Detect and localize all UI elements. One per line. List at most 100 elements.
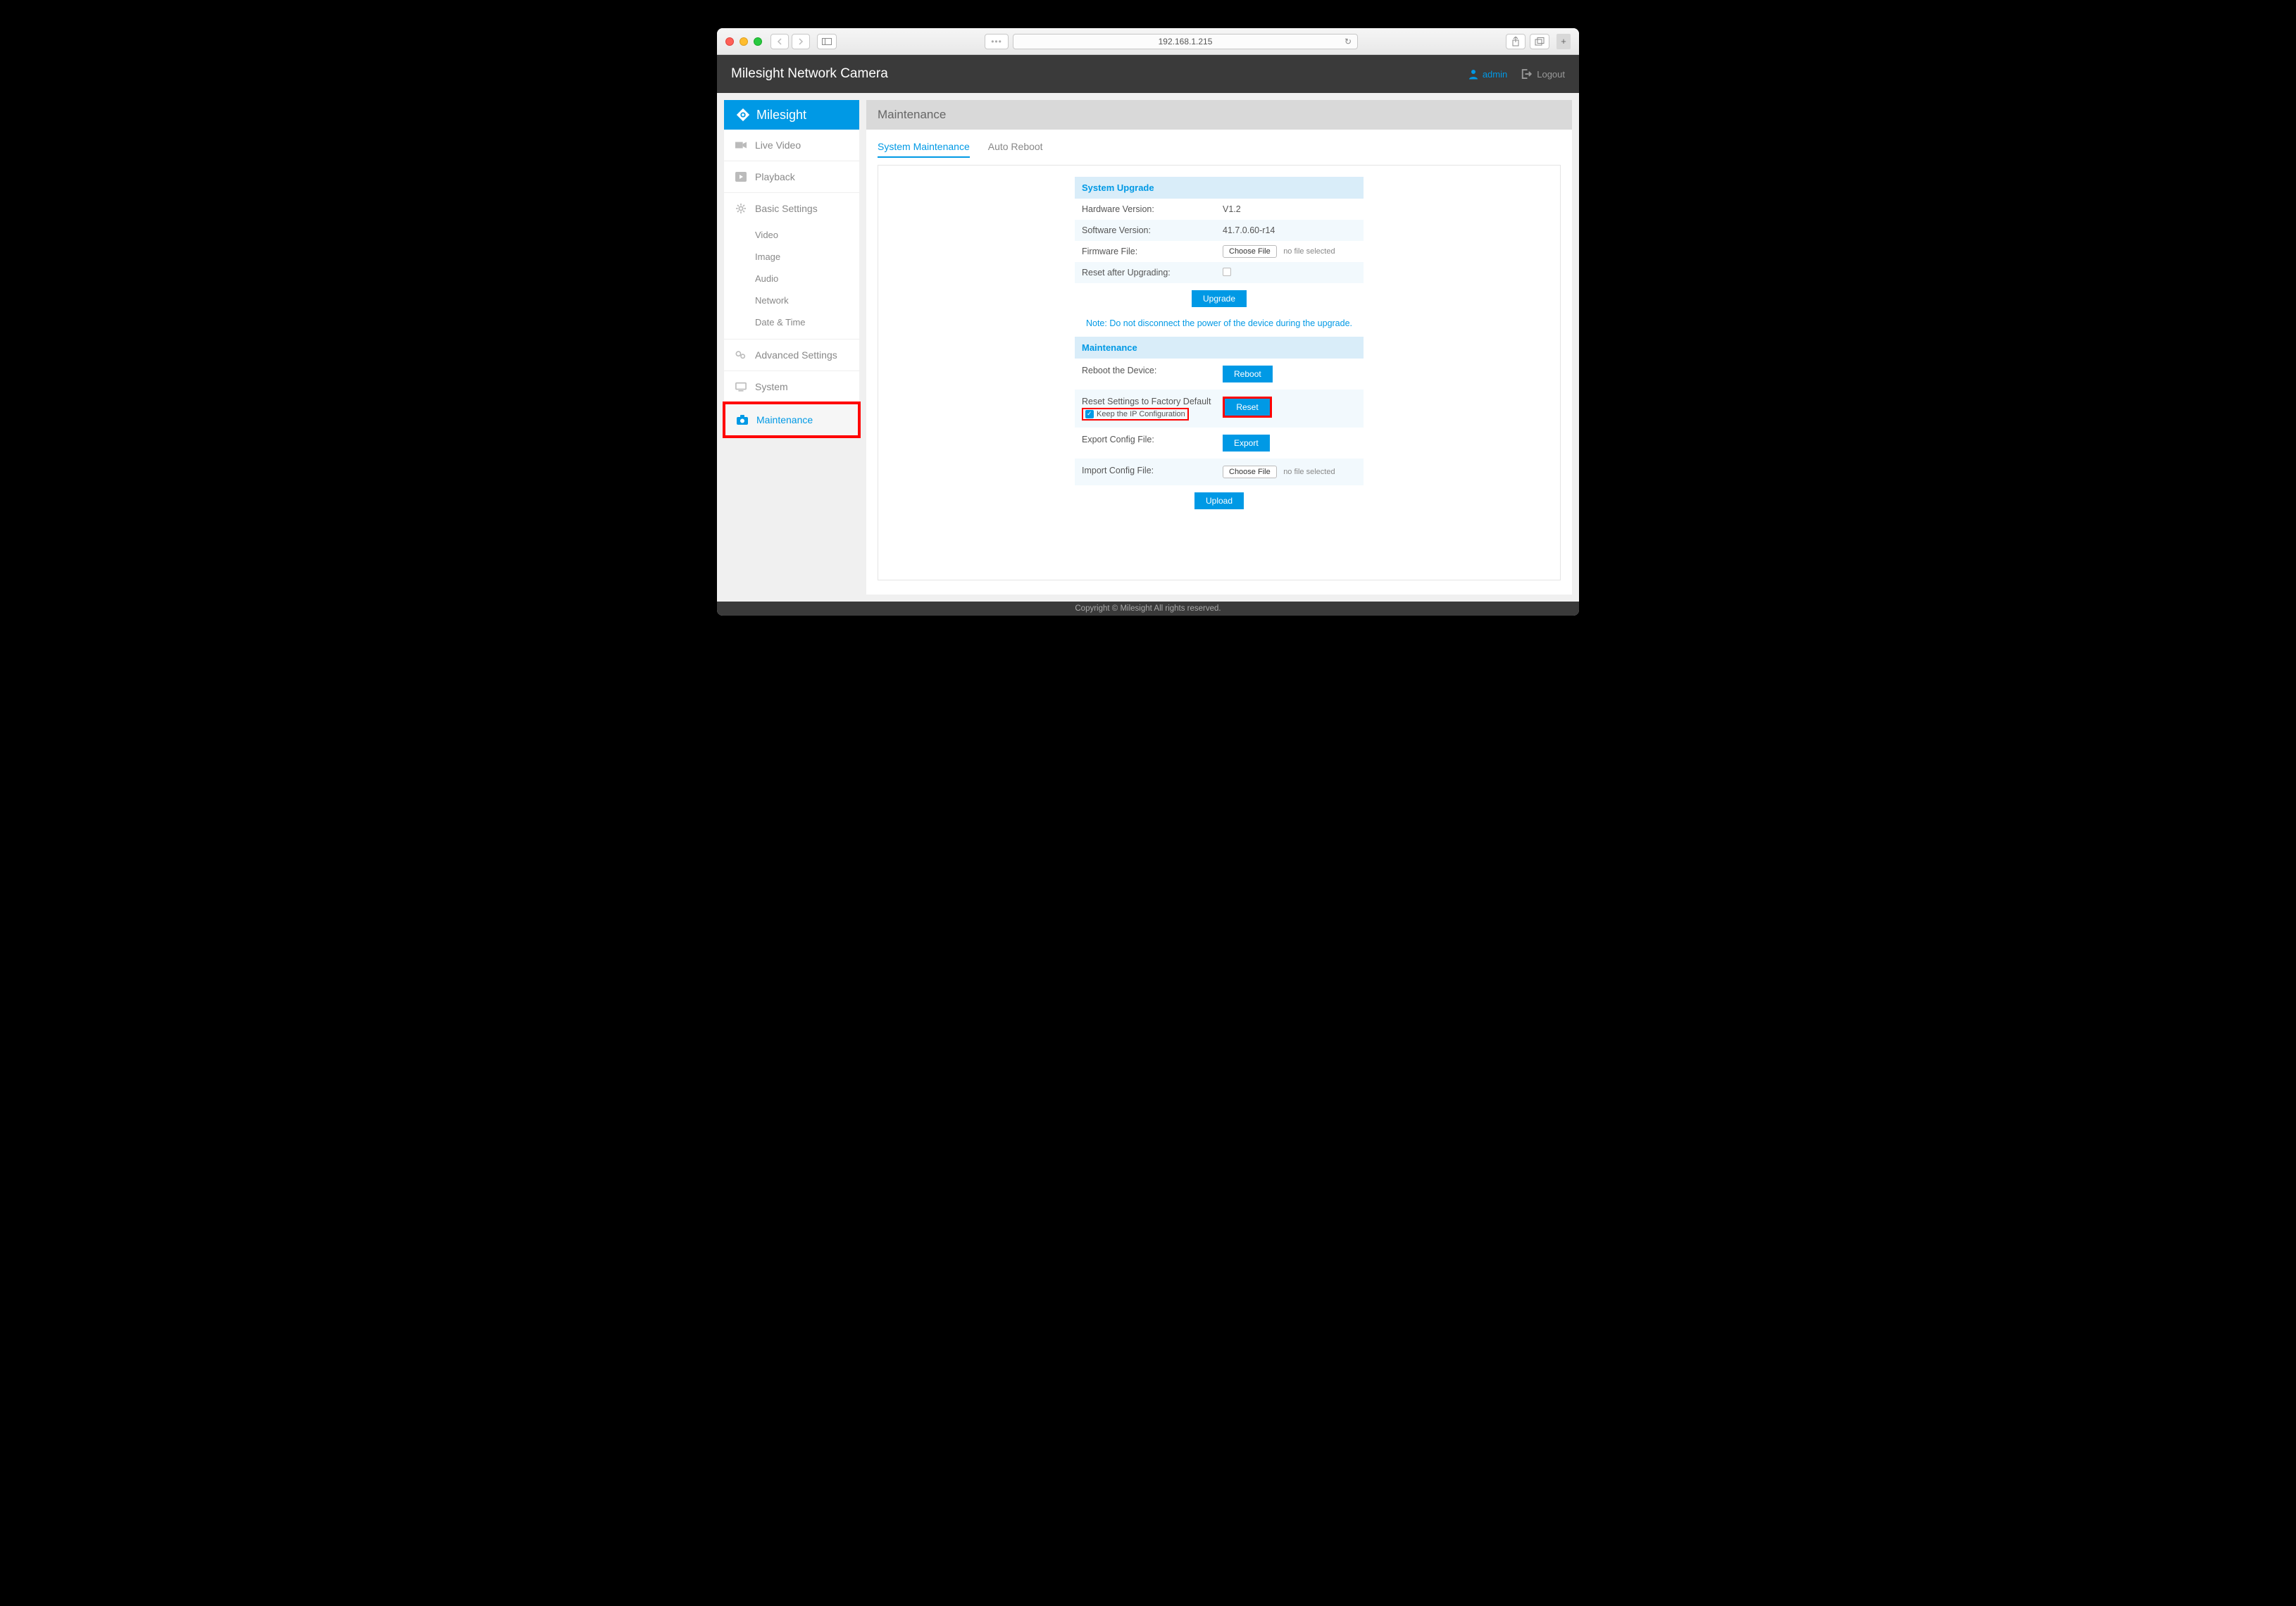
reset-label: Reset Settings to Factory Default — [1082, 397, 1223, 406]
browser-chrome: ••• 192.168.1.215 ↻ + — [717, 28, 1579, 55]
sidebar-label: Advanced Settings — [755, 349, 837, 361]
firmware-no-file-text: no file selected — [1283, 247, 1335, 256]
brand: Milesight — [724, 100, 859, 130]
sidebar-sub-network[interactable]: Network — [724, 290, 859, 311]
sidebar-sub-image[interactable]: Image — [724, 246, 859, 268]
address-bar[interactable]: 192.168.1.215 ↻ — [1013, 34, 1358, 49]
firmware-file-label: Firmware File: — [1082, 247, 1223, 256]
traffic-lights — [725, 37, 762, 46]
reset-after-upgrading-checkbox[interactable] — [1223, 268, 1231, 276]
reset-button-highlight: Reset — [1223, 397, 1272, 418]
sidebar-label: Playback — [755, 171, 795, 182]
video-icon — [735, 140, 747, 150]
upload-button-row: Upload — [1075, 485, 1364, 516]
system-upgrade-header: System Upgrade — [1075, 177, 1364, 199]
keep-ip-highlight: Keep the IP Configuration — [1082, 408, 1189, 421]
firmware-file-row: Firmware File: Choose File no file selec… — [1075, 241, 1364, 262]
sidebar: Milesight Live Video Playback Basic Sett… — [724, 100, 859, 437]
keep-ip-checkbox[interactable] — [1085, 410, 1094, 418]
import-choose-file-button[interactable]: Choose File — [1223, 466, 1277, 478]
reset-after-upgrading-label: Reset after Upgrading: — [1082, 268, 1223, 278]
sidebar-item-advanced-settings[interactable]: Advanced Settings — [724, 340, 859, 371]
tab-system-maintenance[interactable]: System Maintenance — [878, 138, 970, 158]
main: Maintenance System Maintenance Auto Rebo… — [866, 100, 1572, 595]
sidebar-item-maintenance[interactable]: Maintenance — [725, 404, 858, 435]
app-title: Milesight Network Camera — [731, 66, 888, 82]
main-content: System Maintenance Auto Reboot System Up… — [866, 130, 1572, 595]
brand-name: Milesight — [756, 108, 806, 123]
user-name: admin — [1483, 69, 1507, 80]
hardware-version-row: Hardware Version: V1.2 — [1075, 199, 1364, 220]
sidebar-sub-datetime[interactable]: Date & Time — [724, 311, 859, 333]
maintenance-highlight: Maintenance — [723, 402, 861, 438]
reset-button[interactable]: Reset — [1225, 399, 1270, 416]
basic-settings-subitems: Video Image Audio Network Date & Time — [724, 224, 859, 340]
tabs-button[interactable] — [1530, 34, 1549, 49]
reset-after-upgrading-row: Reset after Upgrading: — [1075, 262, 1364, 283]
extensions-button[interactable]: ••• — [985, 34, 1009, 49]
upgrade-button-row: Upgrade — [1075, 283, 1364, 314]
url-text: 192.168.1.215 — [1159, 37, 1213, 46]
advanced-icon — [735, 350, 747, 360]
monitor-icon — [735, 382, 747, 392]
firmware-choose-file-button[interactable]: Choose File — [1223, 245, 1277, 258]
sidebar-toggle-button[interactable] — [817, 34, 837, 49]
export-button[interactable]: Export — [1223, 435, 1270, 452]
browser-window: ••• 192.168.1.215 ↻ + Milesight Network … — [717, 28, 1579, 616]
gear-icon — [735, 204, 747, 213]
reboot-button[interactable]: Reboot — [1223, 366, 1273, 382]
sidebar-label: System — [755, 381, 788, 392]
reload-button[interactable]: ↻ — [1344, 37, 1352, 46]
software-version-row: Software Version: 41.7.0.60-r14 — [1075, 220, 1364, 241]
sidebar-item-live-video[interactable]: Live Video — [724, 130, 859, 161]
app-body: Milesight Live Video Playback Basic Sett… — [717, 93, 1579, 602]
tabs-icon — [1535, 37, 1545, 46]
user-link[interactable]: admin — [1467, 68, 1507, 80]
sidebar-icon — [822, 38, 832, 45]
reset-row: Reset Settings to Factory Default Keep t… — [1075, 390, 1364, 428]
export-row: Export Config File: Export — [1075, 428, 1364, 459]
chevron-right-icon — [798, 38, 804, 45]
reboot-label: Reboot the Device: — [1082, 366, 1223, 375]
page-title-bar: Maintenance — [866, 100, 1572, 130]
sidebar-sub-audio[interactable]: Audio — [724, 268, 859, 290]
sidebar-item-playback[interactable]: Playback — [724, 161, 859, 193]
upgrade-button[interactable]: Upgrade — [1192, 290, 1247, 307]
sidebar-item-system[interactable]: System — [724, 371, 859, 403]
close-window-button[interactable] — [725, 37, 734, 46]
import-row: Import Config File: Choose File no file … — [1075, 459, 1364, 485]
logout-link[interactable]: Logout — [1520, 68, 1565, 80]
footer: Copyright © Milesight All rights reserve… — [717, 602, 1579, 616]
sidebar-label: Live Video — [755, 139, 801, 151]
tab-auto-reboot[interactable]: Auto Reboot — [988, 138, 1043, 158]
back-button[interactable] — [770, 34, 789, 49]
upgrade-note: Note: Do not disconnect the power of the… — [1075, 314, 1364, 337]
sidebar-sub-video[interactable]: Video — [724, 224, 859, 246]
nav-buttons — [770, 34, 810, 49]
chevron-left-icon — [777, 38, 782, 45]
minimize-window-button[interactable] — [740, 37, 748, 46]
software-version-label: Software Version: — [1082, 225, 1223, 235]
playback-icon — [735, 172, 747, 182]
sidebar-item-basic-settings[interactable]: Basic Settings — [724, 193, 859, 224]
brand-icon — [735, 107, 751, 123]
export-label: Export Config File: — [1082, 435, 1223, 444]
share-button[interactable] — [1506, 34, 1526, 49]
software-version-value: 41.7.0.60-r14 — [1223, 225, 1356, 235]
settings-table: System Upgrade Hardware Version: V1.2 So… — [1075, 177, 1364, 516]
hardware-version-value: V1.2 — [1223, 204, 1356, 214]
share-icon — [1511, 37, 1520, 46]
import-no-file-text: no file selected — [1283, 468, 1335, 476]
logout-icon — [1520, 68, 1533, 80]
maximize-window-button[interactable] — [754, 37, 762, 46]
tabs: System Maintenance Auto Reboot — [878, 138, 1561, 158]
maintenance-header: Maintenance — [1075, 337, 1364, 359]
sidebar-label: Basic Settings — [755, 203, 818, 214]
forward-button[interactable] — [792, 34, 810, 49]
keep-ip-label: Keep the IP Configuration — [1097, 410, 1185, 418]
new-tab-button[interactable]: + — [1556, 34, 1571, 49]
camera-icon — [737, 415, 748, 425]
upload-button[interactable]: Upload — [1194, 492, 1244, 509]
hardware-version-label: Hardware Version: — [1082, 204, 1223, 214]
import-label: Import Config File: — [1082, 466, 1223, 475]
